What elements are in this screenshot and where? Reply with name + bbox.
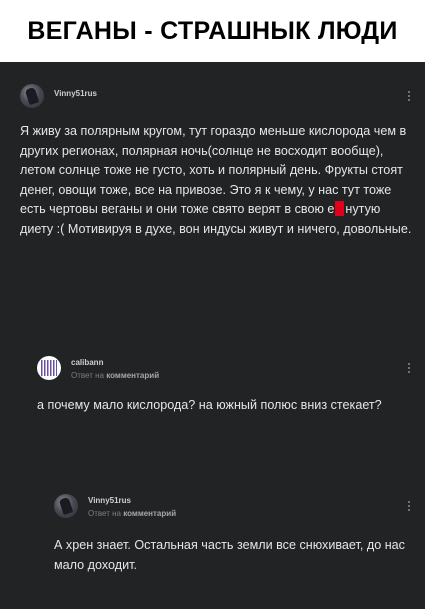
reply-meta: Ответ на комментарий: [88, 509, 177, 518]
avatar[interactable]: [20, 84, 44, 108]
comment-author[interactable]: Vinny51rus: [88, 496, 131, 505]
comment-author[interactable]: Vinny51rus: [54, 89, 97, 98]
avatar[interactable]: [37, 356, 61, 380]
more-options-icon[interactable]: [404, 358, 414, 378]
comment-author[interactable]: calibann: [71, 358, 103, 367]
comment: calibann Ответ на комментарий а почему м…: [37, 356, 414, 416]
comment-header: calibann Ответ на комментарий: [37, 356, 414, 386]
more-options-icon[interactable]: [404, 86, 414, 106]
comment: Vinny51rus Ответ на комментарий А хрен з…: [54, 494, 414, 575]
reply-target-link[interactable]: комментарий: [123, 509, 176, 518]
reply-target-link[interactable]: комментарий: [106, 371, 159, 380]
comment: Vinny51rus Я живу за полярным кругом, ту…: [20, 84, 414, 239]
censor-mark: [335, 201, 345, 216]
comment-text: а почему мало кислорода? на южный полюс …: [37, 398, 382, 412]
reply-meta: Ответ на комментарий: [71, 371, 160, 380]
banner-title: ВЕГАНЫ - СТРАШНЫК ЛЮДИ: [27, 16, 398, 45]
avatar[interactable]: [54, 494, 78, 518]
comment-text: А хрен знает. Остальная часть земли все …: [54, 538, 405, 572]
meme-banner: ВЕГАНЫ - СТРАШНЫК ЛЮДИ: [0, 0, 425, 62]
more-options-icon[interactable]: [404, 496, 414, 516]
comment-header: Vinny51rus Ответ на комментарий: [54, 494, 414, 524]
comment-header: Vinny51rus: [20, 84, 414, 114]
comment-text: Я живу за полярным кругом, тут гораздо м…: [20, 124, 412, 236]
